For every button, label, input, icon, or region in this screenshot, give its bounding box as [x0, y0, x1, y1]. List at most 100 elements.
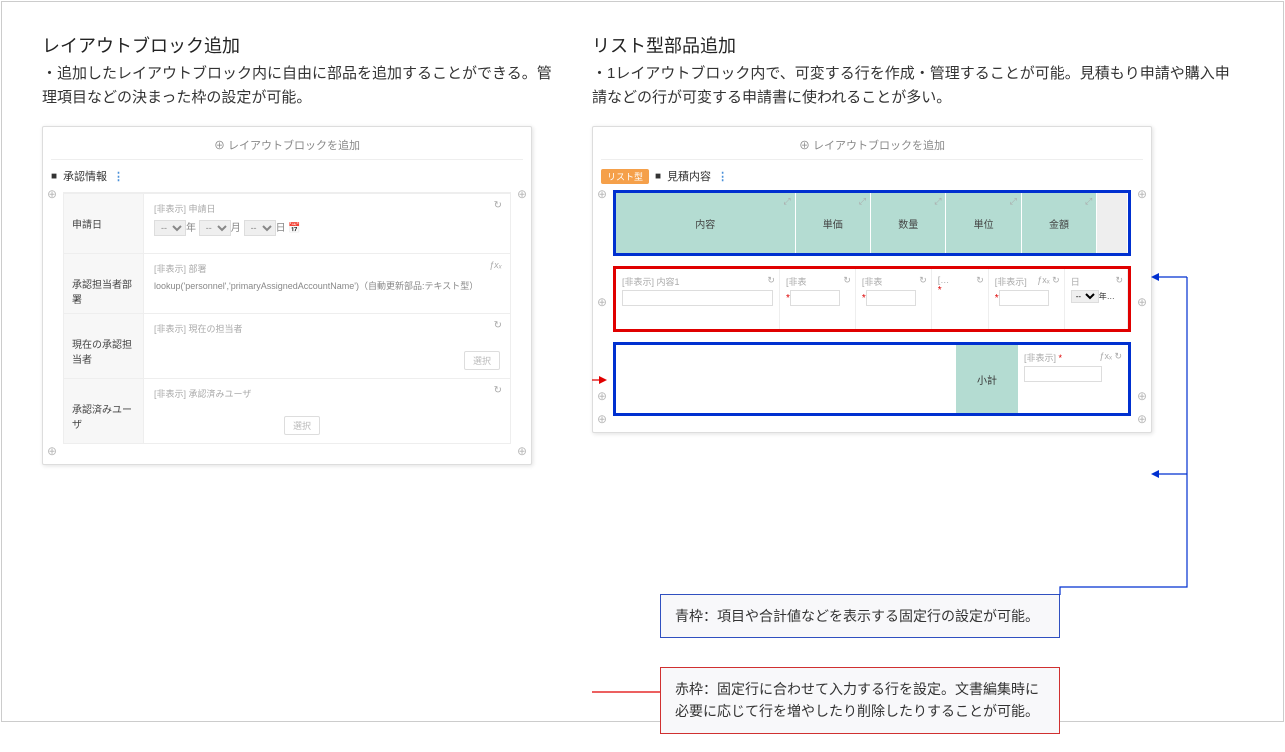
refresh-icon[interactable]: ↻ [494, 320, 502, 331]
input-cell[interactable]: 日 ↻ --年… [1065, 269, 1128, 329]
input-field[interactable] [790, 290, 840, 306]
expand-icon[interactable]: ⤢ [783, 196, 790, 207]
expand-icon[interactable]: ⤢ [1010, 196, 1017, 207]
block-menu-icon[interactable]: ⋮ [113, 170, 124, 183]
plus-handle-icon[interactable]: ⊕ [597, 389, 607, 403]
expand-icon[interactable]: ⤢ [934, 196, 941, 207]
expand-icon[interactable]: ⤢ [859, 196, 866, 207]
input-cell-label: [非表示] 内容1 [622, 275, 773, 288]
right-title: リスト型部品追加 [592, 32, 1232, 58]
input-cell[interactable]: [非表示] 内容1 ↻ [616, 269, 780, 329]
header-cell[interactable]: ⤢ 数量 [871, 193, 946, 253]
select-button[interactable]: 選択 [284, 416, 320, 435]
fx-icon[interactable]: ƒxₓ ↻ [1037, 275, 1060, 286]
input-cell[interactable]: [… ↻ * [932, 269, 989, 329]
header-cell[interactable]: ⤢ 単価 [796, 193, 871, 253]
right-column: リスト型部品追加 ・1レイアウトブロック内で、可変する行を作成・管理することが可… [592, 32, 1232, 691]
header-cell-label: 数量 [898, 216, 918, 231]
header-cell[interactable]: ⤢ 単位 [946, 193, 1021, 253]
date-selects: --年 --月 --日 📅 [154, 219, 500, 236]
input-cell[interactable]: [非表 ↻ * [856, 269, 932, 329]
input-field[interactable] [866, 290, 916, 306]
year-select[interactable]: -- [1071, 290, 1099, 303]
day-unit: 日 [276, 223, 286, 234]
month-unit: 月 [231, 223, 241, 234]
input-cell-label: [… [938, 275, 982, 285]
list-type-badge: リスト型 [601, 169, 649, 184]
plus-handle-icon[interactable]: ⊕ [1137, 389, 1147, 403]
row-label: 承認担当者部署 [64, 254, 144, 313]
required-mark: * [938, 285, 942, 296]
refresh-icon[interactable]: ↻ [843, 275, 851, 286]
plus-handle-icon[interactable]: ⊕ [1137, 412, 1147, 426]
plus-handle-icon[interactable]: ⊕ [47, 444, 57, 458]
row-body: [非表示] 部署 ƒxₓ lookup('personnel','primary… [144, 254, 510, 313]
refresh-icon[interactable]: ↻ [976, 275, 984, 286]
plus-handle-icon[interactable]: ⊕ [517, 187, 527, 201]
add-layout-block-button[interactable]: ⊕ レイアウトブロックを追加 [51, 135, 523, 160]
block-menu-icon[interactable]: ⋮ [717, 170, 728, 183]
input-cell[interactable]: [非表 ↻ * [780, 269, 856, 329]
list-header-row: ⤢ 内容 ⤢ 単価 ⤢ 数量 ⤢ 単位 ⤢ 金額 [615, 192, 1129, 254]
header-cell-label: 単価 [823, 216, 843, 231]
expand-icon[interactable]: ⤢ [1085, 196, 1092, 207]
header-cell-label: 単位 [974, 216, 994, 231]
add-layout-block-button[interactable]: ⊕ レイアウトブロックを追加 [601, 135, 1143, 160]
right-desc: ・1レイアウトブロック内で、可変する行を作成・管理することが可能。見積もり申請や… [592, 62, 1232, 110]
left-title: レイアウトブロック追加 [42, 32, 562, 58]
left-desc: ・追加したレイアウトブロック内に自由に部品を追加することができる。管理項目などの… [42, 62, 562, 110]
row-label: 現在の承認担当者 [64, 314, 144, 378]
input-cell[interactable]: [非表示] ƒxₓ ↻ * [989, 269, 1065, 329]
subtotal-input[interactable] [1024, 366, 1102, 382]
header-cell-label: 金額 [1049, 216, 1069, 231]
day-select[interactable]: -- [244, 220, 276, 236]
plus-handle-icon[interactable]: ⊕ [597, 295, 607, 309]
form-block: 申請日 [非表示] 申請日 ↻ --年 --月 --日 📅 承認担当 [63, 192, 511, 444]
header-cell-label: 内容 [695, 216, 715, 231]
refresh-icon[interactable]: ↻ [494, 200, 502, 211]
refresh-icon[interactable]: ↻ [767, 275, 775, 286]
hidden-label: [非表示] 承認済みユーザ [154, 389, 251, 399]
refresh-icon[interactable]: ↻ [919, 275, 927, 286]
bullet-icon: ■ [51, 171, 57, 182]
plus-handle-icon[interactable]: ⊕ [517, 444, 527, 458]
plus-handle-icon[interactable]: ⊕ [597, 412, 607, 426]
bullet-icon: ■ [655, 171, 661, 182]
block-title: 見積内容 [667, 168, 711, 184]
plus-handle-icon[interactable]: ⊕ [1137, 295, 1147, 309]
input-cell-label: [非表 [786, 275, 849, 288]
input-field[interactable] [622, 290, 773, 306]
subtotal-value-cell[interactable]: [非表示] ƒxₓ ↻ * [1018, 345, 1128, 413]
refresh-icon[interactable]: ↻ [1115, 275, 1123, 286]
fx-icon[interactable]: ƒxₓ [489, 260, 502, 270]
callout-red: 赤枠：固定行に合わせて入力する行を設定。文書編集時に必要に応じて行を増やしたり削… [660, 667, 1060, 734]
list-input-row: [非表示] 内容1 ↻ [非表 ↻ * [非表 ↻ * [… ↻ * [615, 268, 1129, 330]
left-column: レイアウトブロック追加 ・追加したレイアウトブロック内に自由に部品を追加すること… [42, 32, 562, 691]
select-button[interactable]: 選択 [464, 351, 500, 370]
row-body: [非表示] 申請日 ↻ --年 --月 --日 📅 [144, 194, 510, 253]
plus-handle-icon[interactable]: ⊕ [597, 187, 607, 201]
year-select[interactable]: -- [154, 220, 186, 236]
input-field[interactable] [999, 290, 1049, 306]
hidden-label: [非表示] 現在の担当者 [154, 324, 243, 334]
callout-blue: 青枠：項目や合計値などを表示する固定行の設定が可能。 [660, 594, 1060, 638]
header-cell-tail [1097, 193, 1128, 253]
plus-handle-icon[interactable]: ⊕ [47, 187, 57, 201]
row-body: [非表示] 現在の担当者 ↻ 選択 [144, 314, 510, 378]
header-cell[interactable]: ⤢ 内容 [616, 193, 796, 253]
form-row: 承認済みユーザ [非表示] 承認済みユーザ ↻ 選択 [64, 379, 510, 443]
input-cell-label: 日 [1071, 275, 1121, 288]
input-cell-label: [非表 [862, 275, 925, 288]
fx-icon[interactable]: ƒxₓ ↻ [1100, 351, 1123, 362]
month-select[interactable]: -- [199, 220, 231, 236]
list-subtotal-row: 小計 [非表示] ƒxₓ ↻ * [615, 344, 1129, 414]
refresh-icon[interactable]: ↻ [494, 385, 502, 396]
row-label: 申請日 [64, 194, 144, 253]
calendar-icon[interactable]: 📅 [288, 223, 300, 234]
right-panel: ⊕ レイアウトブロックを追加 リスト型 ■ 見積内容 ⋮ ⊕ ⊕ ⤢ 内容 ⤢ 単価… [592, 126, 1152, 433]
left-panel: ⊕ レイアウトブロックを追加 ■ 承認情報 ⋮ ⊕ ⊕ 申請日 [非表示] 申請… [42, 126, 532, 465]
plus-handle-icon[interactable]: ⊕ [1137, 187, 1147, 201]
required-mark: * [1059, 353, 1063, 363]
header-cell[interactable]: ⤢ 金額 [1022, 193, 1097, 253]
row-body: [非表示] 承認済みユーザ ↻ 選択 [144, 379, 510, 443]
